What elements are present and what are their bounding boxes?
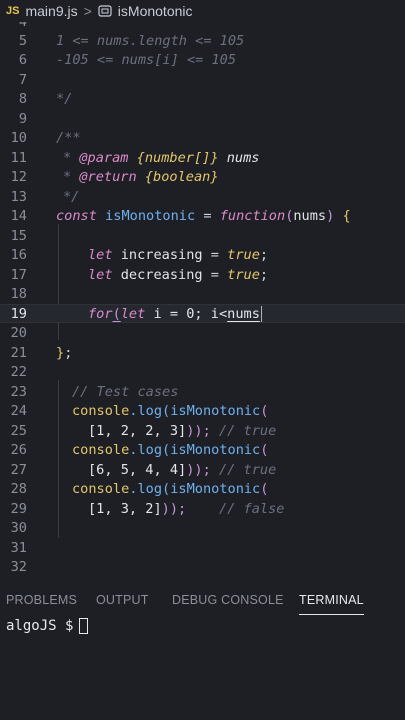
code-line: 30 bbox=[0, 519, 405, 538]
code-line: 10 /** bbox=[0, 129, 405, 148]
code-text: [6, 5, 4, 4])); // true bbox=[88, 461, 277, 478]
line-number: 15 bbox=[10, 227, 27, 244]
code-text: -105 <= nums[i] <= 105 bbox=[56, 52, 237, 69]
line-number: 28 bbox=[10, 481, 27, 498]
code-text: /** bbox=[56, 130, 81, 147]
line-number: 5 bbox=[18, 32, 27, 49]
code-text: let increasing = true; bbox=[88, 247, 269, 264]
line-number: 11 bbox=[10, 149, 27, 166]
line-number: 12 bbox=[10, 169, 27, 186]
line-number: 32 bbox=[10, 559, 27, 576]
line-number: 18 bbox=[10, 286, 27, 303]
code-text: const isMonotonic = function(nums) { bbox=[56, 208, 351, 225]
code-text: let decreasing = true; bbox=[88, 266, 269, 283]
line-number: 22 bbox=[10, 364, 27, 381]
code-text: console.log(isMonotonic( bbox=[72, 481, 269, 498]
line-number: 9 bbox=[18, 110, 27, 127]
terminal[interactable]: algoJS $ bbox=[6, 618, 89, 634]
symbol-variable-icon bbox=[98, 4, 112, 18]
code-text: console.log(isMonotonic( bbox=[72, 403, 269, 420]
line-number: 20 bbox=[10, 325, 27, 342]
code-text: */ bbox=[56, 91, 73, 108]
line-number: 27 bbox=[10, 461, 27, 478]
code-line: 27 [6, 5, 4, 4])); // true bbox=[0, 460, 405, 479]
line-number: 30 bbox=[10, 520, 27, 537]
line-number: 29 bbox=[10, 500, 27, 517]
tab-debug-console[interactable]: DEBUG CONSOLE bbox=[172, 587, 284, 615]
code-line: 24 console.log(isMonotonic( bbox=[0, 402, 405, 421]
code-line-current: 19 for(let i = 0; i<nums bbox=[0, 304, 405, 324]
line-number: 21 bbox=[10, 344, 27, 361]
line-number: 13 bbox=[10, 188, 27, 205]
code-line: 13 */ bbox=[0, 187, 405, 206]
code-text: 1 <= nums.length <= 105 bbox=[56, 32, 245, 49]
code-text: * @return {boolean} bbox=[63, 169, 219, 186]
line-number: 17 bbox=[10, 266, 27, 283]
tab-terminal[interactable]: TERMINAL bbox=[299, 587, 364, 615]
line-number: 31 bbox=[10, 539, 27, 556]
line-number: 26 bbox=[10, 442, 27, 459]
code-line: 25 [1, 2, 2, 3])); // true bbox=[0, 421, 405, 440]
line-number: 16 bbox=[10, 247, 27, 264]
terminal-cursor bbox=[79, 618, 89, 634]
code-line: 17 let decreasing = true; bbox=[0, 265, 405, 284]
code-editor[interactable]: 4 5 1 <= nums.length <= 105 6 -105 <= nu… bbox=[0, 22, 405, 587]
js-file-icon: JS bbox=[6, 5, 20, 17]
code-line: 6 -105 <= nums[i] <= 105 bbox=[0, 51, 405, 70]
code-text: */ bbox=[63, 188, 80, 205]
code-line: 5 1 <= nums.length <= 105 bbox=[0, 31, 405, 50]
code-line: 12 * @return {boolean} bbox=[0, 168, 405, 187]
code-text: console.log(isMonotonic( bbox=[72, 442, 269, 459]
line-number: 24 bbox=[10, 403, 27, 420]
line-number: 4 bbox=[0, 22, 27, 30]
code-text: // Test cases bbox=[72, 383, 179, 400]
line-number: 25 bbox=[10, 422, 27, 439]
chevron-right-icon: > bbox=[83, 3, 92, 19]
code-line: 31 bbox=[0, 538, 405, 557]
code-line: 16 let increasing = true; bbox=[0, 246, 405, 265]
line-number: 8 bbox=[18, 91, 27, 108]
line-number: 6 bbox=[18, 52, 27, 69]
breadcrumb: JS main9.js > isMonotonic bbox=[0, 0, 405, 22]
code-text: * @param {number[]} nums bbox=[63, 149, 260, 166]
code-text: [1, 2, 2, 3])); // true bbox=[88, 422, 277, 439]
code-line: 22 bbox=[0, 363, 405, 382]
code-line: 29 [1, 3, 2])); // false bbox=[0, 499, 405, 518]
code-line: 21 }; bbox=[0, 343, 405, 362]
code-line: 7 bbox=[0, 70, 405, 89]
code-line: 15 bbox=[0, 226, 405, 245]
breadcrumb-symbol[interactable]: isMonotonic bbox=[118, 3, 193, 19]
panel-tab-bar: PROBLEMS OUTPUT DEBUG CONSOLE TERMINAL bbox=[0, 587, 405, 615]
breadcrumb-file[interactable]: main9.js bbox=[25, 3, 77, 19]
line-number: 19 bbox=[10, 305, 27, 322]
line-number: 7 bbox=[18, 71, 27, 88]
code-line: 20 bbox=[0, 324, 405, 343]
code-line: 26 console.log(isMonotonic( bbox=[0, 441, 405, 460]
code-text: [1, 3, 2])); // false bbox=[88, 500, 285, 517]
line-number: 14 bbox=[10, 208, 27, 225]
code-line: 9 bbox=[0, 109, 405, 128]
text-cursor bbox=[260, 305, 262, 322]
code-line: 8 */ bbox=[0, 90, 405, 109]
code-line: 14 const isMonotonic = function(nums) { bbox=[0, 207, 405, 226]
code-line: 18 bbox=[0, 285, 405, 304]
terminal-prompt: algoJS $ bbox=[6, 618, 74, 634]
line-number: 23 bbox=[10, 383, 27, 400]
code-line: 11 * @param {number[]} nums bbox=[0, 148, 405, 167]
code-line: 28 console.log(isMonotonic( bbox=[0, 480, 405, 499]
tab-problems[interactable]: PROBLEMS bbox=[6, 587, 77, 615]
code-text: for(let i = 0; i<nums bbox=[88, 305, 262, 322]
tab-output[interactable]: OUTPUT bbox=[96, 587, 149, 615]
line-number: 10 bbox=[10, 130, 27, 147]
code-line: 32 bbox=[0, 558, 405, 577]
code-line: 23 // Test cases bbox=[0, 382, 405, 401]
code-text: }; bbox=[56, 344, 73, 361]
